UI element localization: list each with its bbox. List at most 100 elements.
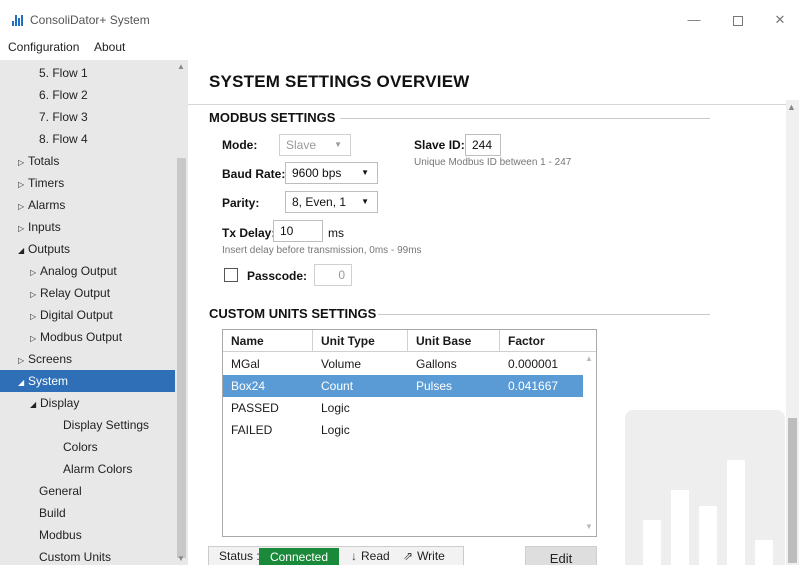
table-cell-name: PASSED bbox=[231, 401, 279, 415]
table-row[interactable]: FAILED Logic bbox=[223, 419, 583, 441]
sidebar-item-custom-units[interactable]: Custom Units bbox=[0, 546, 175, 565]
sidebar-item-system[interactable]: ◢ System bbox=[0, 370, 175, 392]
table-cell-type: Volume bbox=[321, 357, 362, 371]
maximize-button[interactable] bbox=[728, 10, 748, 30]
sidebar-item-6-flow-2[interactable]: 6. Flow 2 bbox=[0, 84, 175, 106]
expand-arrow-icon[interactable]: ▷ bbox=[18, 218, 28, 240]
sidebar-item-digital-output[interactable]: ▷ Digital Output bbox=[0, 304, 175, 326]
chevron-down-icon: ▼ bbox=[334, 140, 342, 149]
sidebar-item-display[interactable]: ◢ Display bbox=[0, 392, 175, 414]
modbus-settings-heading: MODBUS SETTINGS bbox=[209, 110, 336, 125]
sidebar-item-build[interactable]: Build bbox=[0, 502, 175, 524]
tx-delay-field[interactable]: 10 bbox=[273, 220, 323, 242]
sidebar-item-display-settings[interactable]: Display Settings bbox=[0, 414, 175, 436]
scroll-down-icon[interactable]: ▼ bbox=[177, 554, 185, 563]
expand-arrow-icon[interactable]: ▷ bbox=[30, 328, 40, 350]
baud-rate-select[interactable]: 9600 bps ▼ bbox=[285, 162, 378, 184]
column-header-unit-base[interactable]: Unit Base bbox=[408, 330, 500, 352]
custom-units-heading: CUSTOM UNITS SETTINGS bbox=[209, 306, 377, 321]
main-scroll-thumb[interactable] bbox=[788, 418, 797, 563]
tx-delay-hint: Insert delay before transmission, 0ms - … bbox=[222, 245, 422, 256]
sidebar-item-relay-output[interactable]: ▷ Relay Output bbox=[0, 282, 175, 304]
table-cell-type: Logic bbox=[321, 423, 350, 437]
sidebar-scrollbar[interactable]: ▲ ▼ bbox=[175, 60, 188, 565]
collapse-arrow-icon[interactable]: ◢ bbox=[30, 394, 40, 416]
sidebar-item-7-flow-3[interactable]: 7. Flow 3 bbox=[0, 106, 175, 128]
sidebar-item-label: Totals bbox=[28, 154, 60, 168]
expand-arrow-icon[interactable]: ▷ bbox=[30, 262, 40, 284]
expand-arrow-icon[interactable]: ▷ bbox=[18, 196, 28, 218]
tx-delay-label: Tx Delay: bbox=[222, 226, 276, 240]
sidebar-item-label: Display bbox=[40, 396, 80, 410]
column-header-name[interactable]: Name bbox=[223, 330, 313, 352]
page-title: SYSTEM SETTINGS OVERVIEW bbox=[209, 72, 470, 91]
sidebar-scroll-thumb[interactable] bbox=[177, 158, 186, 558]
sidebar-item-colors[interactable]: Colors bbox=[0, 436, 175, 458]
collapse-arrow-icon[interactable]: ◢ bbox=[18, 372, 28, 394]
table-cell-type: Count bbox=[321, 379, 354, 393]
expand-arrow-icon[interactable]: ▷ bbox=[18, 174, 28, 196]
collapse-arrow-icon[interactable]: ◢ bbox=[18, 240, 28, 262]
table-scrollbar[interactable]: ▲ ▼ bbox=[583, 352, 596, 536]
parity-select[interactable]: 8, Even, 1 ▼ bbox=[285, 191, 378, 213]
passcode-field: 0 bbox=[314, 264, 352, 286]
sidebar-item-label: Alarm Colors bbox=[63, 462, 133, 476]
read-button[interactable]: ↓ Read bbox=[351, 549, 390, 563]
sidebar-item-timers[interactable]: ▷ Timers bbox=[0, 172, 175, 194]
sidebar-item-totals[interactable]: ▷ Totals bbox=[0, 150, 175, 172]
expand-arrow-icon[interactable]: ▷ bbox=[30, 284, 40, 306]
table-row[interactable]: PASSED Logic bbox=[223, 397, 583, 419]
window-title: ConsoliDator+ System bbox=[30, 13, 150, 27]
write-button[interactable]: ⇗ Write bbox=[403, 549, 445, 563]
expand-arrow-icon[interactable]: ▷ bbox=[18, 152, 28, 174]
passcode-label: Passcode: bbox=[247, 269, 308, 283]
table-cell-name: MGal bbox=[231, 357, 260, 371]
sidebar-item-label: Analog Output bbox=[40, 264, 117, 278]
main-scrollbar[interactable]: ▲ bbox=[786, 100, 799, 565]
watermark-logo bbox=[625, 410, 785, 565]
slave-id-field[interactable]: 244 bbox=[465, 134, 501, 156]
column-header-factor[interactable]: Factor bbox=[500, 330, 596, 352]
menu-configuration[interactable]: Configuration bbox=[8, 40, 79, 54]
table-cell-base: Gallons bbox=[416, 357, 457, 371]
modbus-section-rule bbox=[340, 118, 710, 119]
menu-about[interactable]: About bbox=[94, 40, 125, 54]
expand-arrow-icon[interactable]: ▷ bbox=[18, 350, 28, 372]
sidebar-item-modbus[interactable]: Modbus bbox=[0, 524, 175, 546]
title-bar: ConsoliDator+ System — ✕ bbox=[0, 0, 799, 36]
sidebar-item-8-flow-4[interactable]: 8. Flow 4 bbox=[0, 128, 175, 150]
mode-select: Slave ▼ bbox=[279, 134, 351, 156]
custom-units-table[interactable]: Name Unit Type Unit Base Factor MGal Volu… bbox=[222, 329, 597, 537]
app-logo-icon bbox=[12, 15, 24, 26]
status-label: Status : bbox=[219, 549, 260, 563]
column-header-unit-type[interactable]: Unit Type bbox=[313, 330, 408, 352]
baud-rate-label: Baud Rate: bbox=[222, 167, 286, 181]
chevron-down-icon: ▼ bbox=[361, 197, 369, 206]
parity-label: Parity: bbox=[222, 196, 260, 210]
sidebar-item-outputs[interactable]: ◢ Outputs bbox=[0, 238, 175, 260]
sidebar-item-5-flow-1[interactable]: 5. Flow 1 bbox=[0, 62, 175, 84]
passcode-checkbox[interactable] bbox=[224, 268, 238, 282]
sidebar-item-inputs[interactable]: ▷ Inputs bbox=[0, 216, 175, 238]
sidebar-item-screens[interactable]: ▷ Screens bbox=[0, 348, 175, 370]
scroll-up-icon[interactable]: ▲ bbox=[585, 354, 593, 363]
sidebar-item-modbus-output[interactable]: ▷ Modbus Output bbox=[0, 326, 175, 348]
scroll-up-icon[interactable]: ▲ bbox=[177, 62, 185, 71]
edit-button[interactable]: Edit bbox=[525, 546, 597, 565]
sidebar-item-label: Screens bbox=[28, 352, 73, 366]
close-button[interactable]: ✕ bbox=[770, 10, 790, 30]
sidebar-item-label: Digital Output bbox=[40, 308, 113, 322]
table-row[interactable]: Box24 Count Pulses 0.041667 bbox=[223, 375, 583, 397]
minimize-button[interactable]: — bbox=[684, 10, 704, 30]
expand-arrow-icon[interactable]: ▷ bbox=[30, 306, 40, 328]
sidebar-item-alarms[interactable]: ▷ Alarms bbox=[0, 194, 175, 216]
sidebar-item-label: 5. Flow 1 bbox=[39, 66, 88, 80]
sidebar-item-general[interactable]: General bbox=[0, 480, 175, 502]
table-cell-base: Pulses bbox=[416, 379, 453, 393]
sidebar-item-alarm-colors[interactable]: Alarm Colors bbox=[0, 458, 175, 480]
scroll-up-icon[interactable]: ▲ bbox=[787, 102, 796, 112]
table-row[interactable]: MGal Volume Gallons 0.000001 bbox=[223, 353, 583, 375]
scroll-down-icon[interactable]: ▼ bbox=[585, 522, 593, 531]
sidebar-item-label: Outputs bbox=[28, 242, 71, 256]
sidebar-item-analog-output[interactable]: ▷ Analog Output bbox=[0, 260, 175, 282]
